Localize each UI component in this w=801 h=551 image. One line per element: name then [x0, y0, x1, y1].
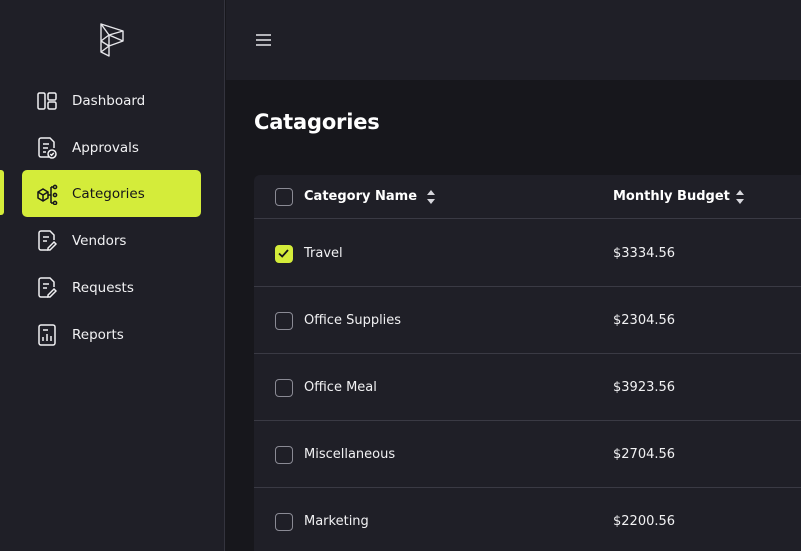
category-name-cell: Marketing [304, 514, 369, 529]
category-name-cell: Office Supplies [304, 313, 402, 328]
sidebar-item-label: Approvals [72, 139, 139, 156]
sidebar-item-dashboard[interactable]: Dashboard [22, 77, 201, 124]
table-header: Category Name Monthly Budget [254, 175, 801, 219]
monthly-budget-cell: $3334.56 [613, 246, 676, 261]
page-title: Catagories [254, 110, 380, 134]
table-row[interactable]: Marketing $2200.56 [254, 488, 801, 551]
requests-icon [36, 276, 58, 299]
monthly-budget-cell: $2200.56 [613, 514, 676, 529]
table-row[interactable]: Office Supplies $2304.56 [254, 287, 801, 354]
categories-icon [36, 183, 58, 205]
logo-icon [100, 23, 124, 57]
sidebar: Dashboard Approvals Categories Vendors R… [0, 0, 225, 551]
sort-icon[interactable] [734, 189, 746, 205]
sidebar-item-requests[interactable]: Requests [22, 264, 201, 311]
row-checkbox[interactable] [275, 513, 293, 531]
categories-table: Category Name Monthly Budget Travel $333… [254, 175, 801, 551]
sort-icon[interactable] [425, 189, 437, 205]
top-bar [226, 0, 801, 80]
monthly-budget-cell: $3923.56 [613, 380, 676, 395]
row-checkbox[interactable] [275, 379, 293, 397]
row-checkbox[interactable] [275, 446, 293, 464]
sidebar-item-reports[interactable]: Reports [22, 311, 201, 358]
reports-icon [36, 323, 58, 346]
category-name-cell: Office Meal [304, 380, 377, 395]
sidebar-item-approvals[interactable]: Approvals [22, 124, 201, 171]
table-row[interactable]: Miscellaneous $2704.56 [254, 421, 801, 488]
sidebar-item-label: Categories [72, 185, 145, 202]
active-indicator [0, 170, 4, 215]
row-checkbox[interactable] [275, 312, 293, 330]
vendors-icon [36, 229, 58, 252]
select-all-checkbox[interactable] [275, 188, 293, 206]
row-checkbox[interactable] [275, 245, 293, 263]
sidebar-item-label: Requests [72, 279, 134, 296]
column-header-category-name: Category Name [304, 189, 418, 204]
hamburger-menu-icon[interactable] [254, 30, 274, 50]
approvals-icon [36, 136, 58, 159]
sidebar-item-label: Dashboard [72, 92, 146, 109]
column-header-monthly-budget: Monthly Budget [613, 189, 730, 204]
sidebar-item-vendors[interactable]: Vendors [22, 217, 201, 264]
category-name-cell: Travel [304, 246, 343, 261]
table-row[interactable]: Travel $3334.56 [254, 220, 801, 287]
monthly-budget-cell: $2704.56 [613, 447, 676, 462]
table-row[interactable]: Office Meal $3923.56 [254, 354, 801, 421]
sidebar-item-categories[interactable]: Categories [22, 170, 201, 217]
category-name-cell: Miscellaneous [304, 447, 396, 462]
monthly-budget-cell: $2304.56 [613, 313, 676, 328]
sidebar-item-label: Vendors [72, 232, 127, 249]
sidebar-item-label: Reports [72, 326, 124, 343]
dashboard-icon [36, 90, 58, 112]
